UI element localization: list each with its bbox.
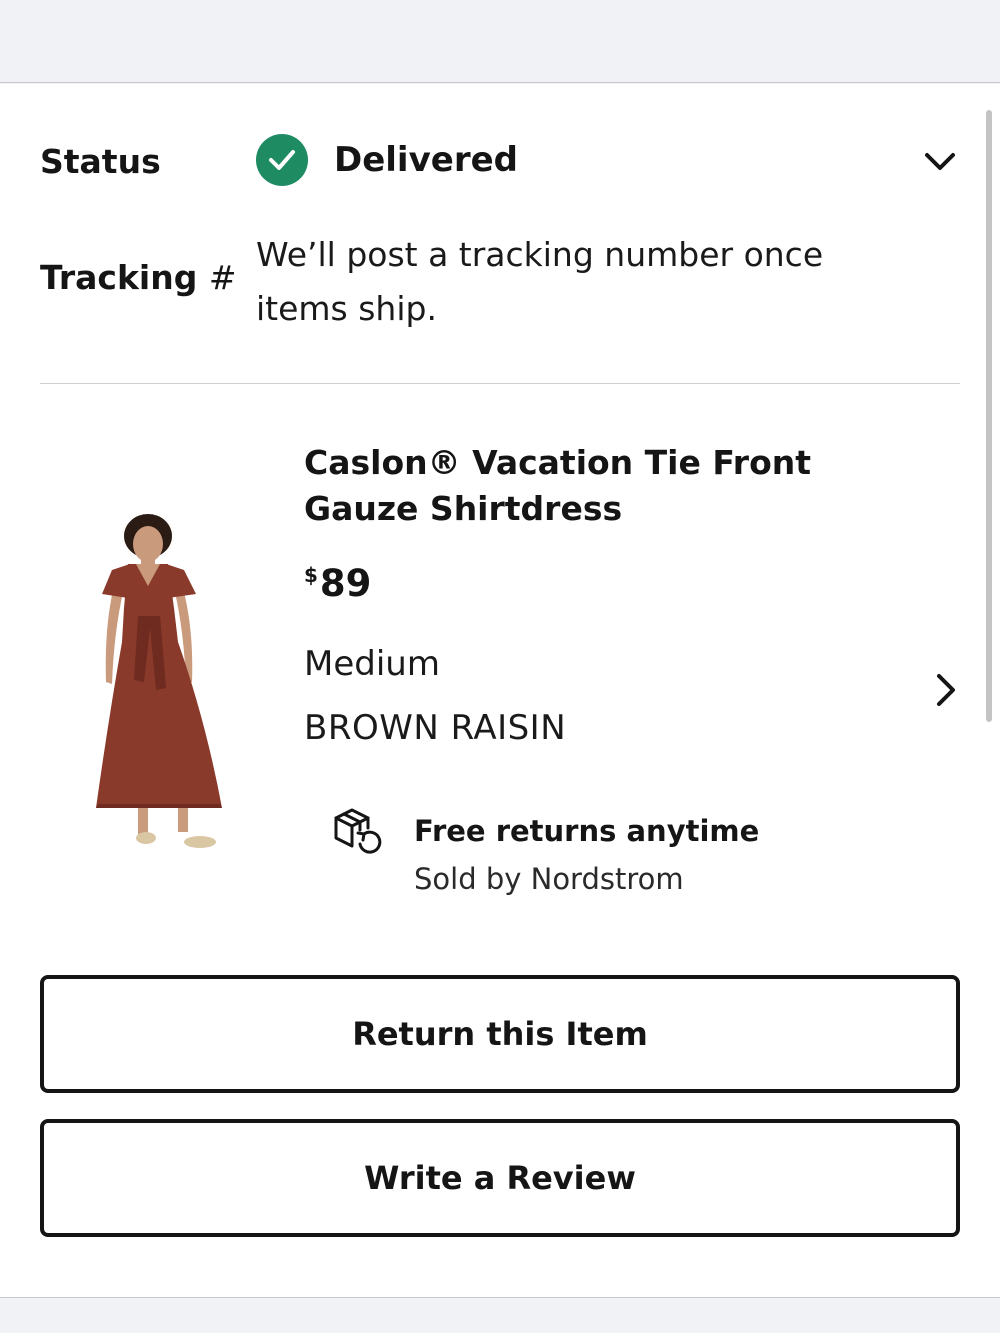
free-returns-title: Free returns anytime bbox=[414, 814, 760, 848]
write-review-button[interactable]: Write a Review bbox=[40, 1119, 960, 1237]
price-amount: 89 bbox=[319, 562, 372, 605]
divider bbox=[40, 383, 960, 384]
product-size: Medium bbox=[304, 644, 440, 684]
bottom-band bbox=[0, 1297, 1000, 1333]
dress-product-image[interactable] bbox=[88, 512, 238, 860]
product-color: BROWN RAISIN bbox=[304, 708, 567, 748]
tracking-hash: # bbox=[208, 258, 237, 297]
tracking-label-text: Tracking bbox=[40, 258, 198, 297]
box-return-icon bbox=[330, 806, 386, 858]
scrollbar[interactable] bbox=[986, 110, 992, 722]
status-label: Status bbox=[40, 142, 161, 181]
product-price: $89 bbox=[304, 562, 371, 605]
product-name[interactable]: Caslon® Vacation Tie Front Gauze Shirtdr… bbox=[304, 440, 864, 532]
check-circle-icon bbox=[256, 134, 308, 186]
price-currency: $ bbox=[304, 563, 318, 587]
top-band bbox=[0, 0, 1000, 83]
status-value: Delivered bbox=[334, 140, 518, 180]
chevron-right-icon[interactable] bbox=[930, 670, 962, 710]
chevron-down-icon[interactable] bbox=[922, 146, 958, 178]
sold-by-text: Sold by Nordstrom bbox=[414, 862, 684, 896]
tracking-label: Tracking # bbox=[40, 258, 237, 297]
return-item-button[interactable]: Return this Item bbox=[40, 975, 960, 1093]
tracking-message: We’ll post a tracking number once items … bbox=[256, 235, 824, 328]
